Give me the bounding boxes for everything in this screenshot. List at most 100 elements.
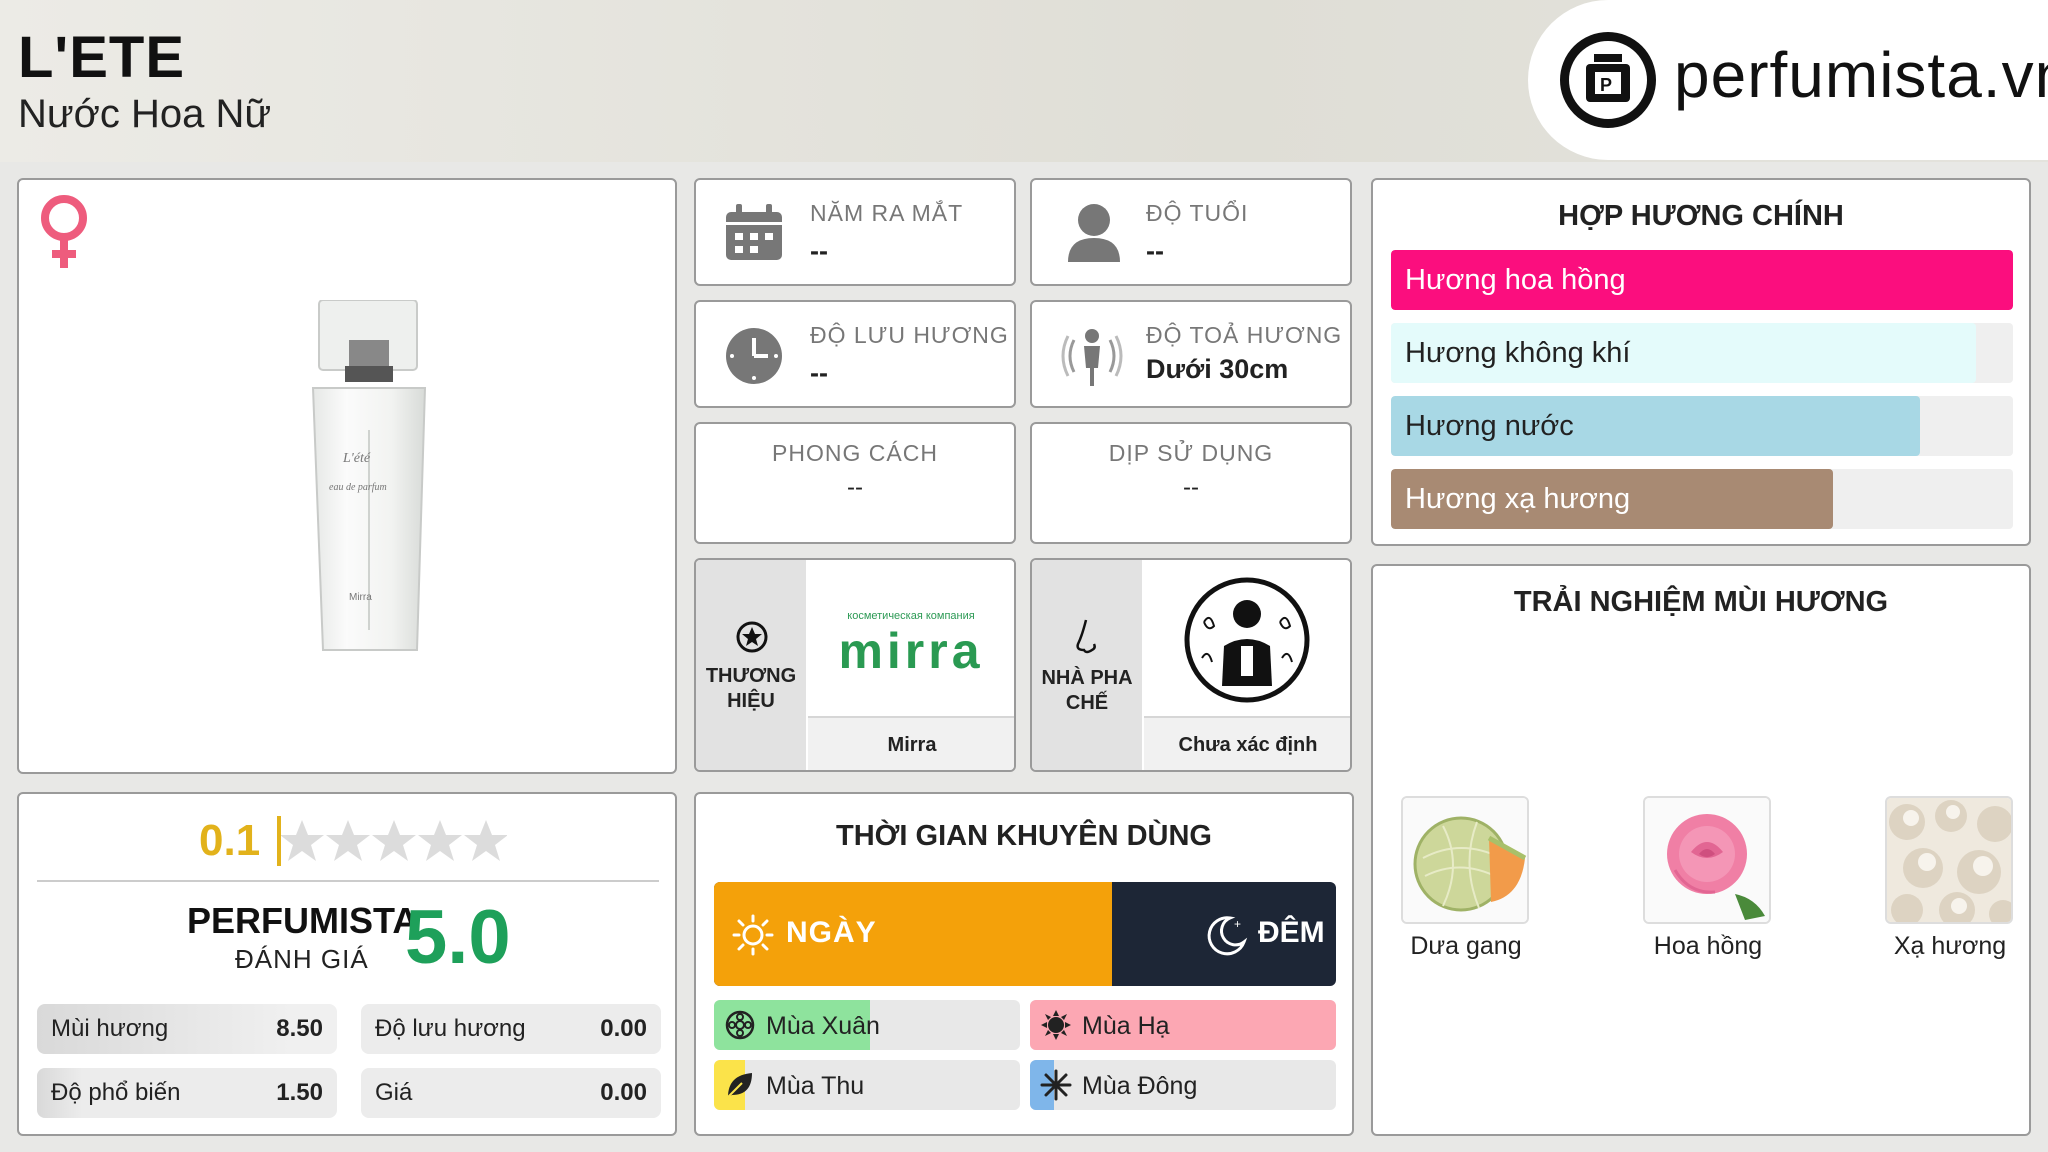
experience-title: TRẢI NGHIỆM MÙI HƯƠNG [1513,586,1889,618]
snowflake-icon [1040,1069,1072,1106]
day-label: NGÀY [786,916,877,949]
brand-name: Mirra [808,716,1014,770]
leaf-icon [724,1069,756,1106]
brand-caption-line2: HIỆU [727,690,775,712]
svg-text:eau de parfum: eau de parfum [329,482,387,493]
tile-label: ĐỘ TUỔI [1146,200,1249,226]
scent-experience-card: TRẢI NGHIỆM MÙI HƯƠNG Dưa gang Hoa hồng … [1371,564,2031,1136]
metric-label: Giá [375,1079,413,1106]
clock-icon [724,326,784,391]
svg-text:L'été: L'été [342,451,371,466]
metric-value: 8.50 [276,1015,323,1042]
accords-title: HỢP HƯƠNG CHÍNH [1558,200,1844,232]
perfumer-avatar [1144,562,1350,712]
perfumista-label: PERFUMISTA [187,900,419,941]
brand-tile[interactable]: THƯƠNG HIỆU косметическая компания mirra… [694,558,1016,772]
age-tile: ĐỘ TUỔI -- [1030,178,1352,286]
brand-logo-wordmark: mirra [838,623,984,679]
perfume-category: Nước Hoa Nữ [18,92,272,136]
metric-label: Mùi hương [51,1015,169,1042]
perfumer-tile[interactable]: NHÀ PHA CHẾ Chưa xác định [1030,558,1352,772]
note-label: Hoa hồng [1653,932,1763,960]
note-label: Dưa gang [1410,932,1522,960]
sun-icon [732,914,774,961]
main-accords-card: HỢP HƯƠNG CHÍNH Hương hoa hồng Hương khô… [1371,178,2031,546]
accord-label: Hương hoa hồng [1405,264,1626,296]
metric-popularity: Độ phổ biến 1.50 [37,1068,337,1118]
perfumer-name: Chưa xác định [1144,716,1350,770]
sun-filled-icon [1040,1009,1072,1046]
metric-longevity: Độ lưu hương 0.00 [361,1004,661,1054]
flower-icon [724,1009,756,1046]
night-label: ĐÊM [1258,916,1325,949]
musk-image [1885,796,2013,924]
metric-label: Độ phổ biến [51,1079,181,1106]
tile-value: -- [810,236,828,266]
nose-icon [1072,618,1102,661]
accord-label: Hương nước [1405,410,1574,442]
brand-caption-line1: THƯƠNG [705,665,797,687]
tile-value: -- [810,358,828,388]
accord-bar: Hương xạ hương [1391,469,2013,529]
melon-image [1401,796,1529,924]
perfumer-caption-line2: CHẾ [1065,692,1109,714]
svg-text:P: P [1600,75,1612,95]
season-summer: Mùa Hạ [1030,1000,1336,1050]
brand-logo-small-text: косметическая компания [847,610,975,622]
logo-text[interactable]: perfumista.vn [1674,38,2048,112]
rating-stars[interactable] [277,816,508,877]
occasion-tile: DỊP SỬ DỤNG -- [1030,422,1352,544]
metric-label: Độ lưu hương [375,1015,526,1042]
accord-bar: Hương nước [1391,396,2013,456]
season-spring: Mùa Xuân [714,1000,1020,1050]
longevity-tile: ĐỘ LƯU HƯƠNG -- [694,300,1016,408]
perfumer-caption-panel [1032,560,1142,770]
metric-price: Giá 0.00 [361,1068,661,1118]
accord-label: Hương không khí [1405,337,1631,369]
perfume-bottle-image: L'été eau de parfum Mirra [299,299,439,665]
style-tile: PHONG CÁCH -- [694,422,1016,544]
rose-image [1643,796,1771,924]
product-image-card: L'été eau de parfum Mirra [17,178,677,774]
accord-bar: Hương hoa hồng [1391,250,2013,310]
day-night-bar: NGÀY + ĐÊM [714,882,1336,986]
recommended-time-card: THỜI GIAN KHUYÊN DÙNG NGÀY + ĐÊM Mùa Xuâ… [694,792,1354,1136]
launch-year-tile: NĂM RA MẮT -- [694,178,1016,286]
tile-label: ĐỘ TOẢ HƯƠNG [1146,322,1343,348]
tile-value: -- [1183,474,1199,501]
svg-text:+: + [1234,917,1241,931]
female-icon [33,194,95,279]
tile-value: -- [1146,236,1164,266]
sillage-person-icon [1060,324,1124,393]
accord-label: Hương xạ hương [1405,483,1631,515]
time-section-title: THỜI GIAN KHUYÊN DÙNG [836,820,1212,852]
rating-divider [37,880,659,882]
perfumista-score: 5.0 [405,895,511,980]
season-label: Mùa Thu [766,1072,865,1100]
season-label: Mùa Xuân [766,1012,880,1040]
user-rating-score: 0.1 [199,816,261,865]
note-item[interactable]: Hoa hồng [1643,796,1773,961]
season-fill [1030,1000,1336,1050]
accord-bar: Hương không khí [1391,323,2013,383]
note-label: Xạ hương [1893,932,2007,960]
calendar-icon [724,204,784,267]
brand-logo[interactable]: косметическая компания mirra [808,562,1014,712]
tile-label: NĂM RA MẮT [810,200,964,226]
user-icon [1066,202,1122,267]
perfume-title: L'ETE [18,25,186,90]
rating-card: 0.1 PERFUMISTA ĐÁNH GIÁ 5.0 Mùi hương 8.… [17,792,677,1136]
season-label: Mùa Đông [1082,1072,1198,1100]
svg-text:Mirra: Mirra [349,592,372,603]
perfumista-sublabel: ĐÁNH GIÁ [235,944,369,974]
season-autumn: Mùa Thu [714,1060,1020,1110]
metric-value: 1.50 [276,1079,323,1106]
metric-value: 0.00 [600,1079,647,1106]
note-item[interactable]: Dưa gang [1401,796,1531,961]
perfumer-caption-line1: NHÀ PHA [1041,667,1133,689]
note-item[interactable]: Xạ hương [1885,796,2015,961]
tile-label: DỊP SỬ DỤNG [1108,440,1274,466]
tile-label: ĐỘ LƯU HƯƠNG [810,322,1009,348]
season-winter: Mùa Đông [1030,1060,1336,1110]
tile-value: -- [847,474,863,501]
